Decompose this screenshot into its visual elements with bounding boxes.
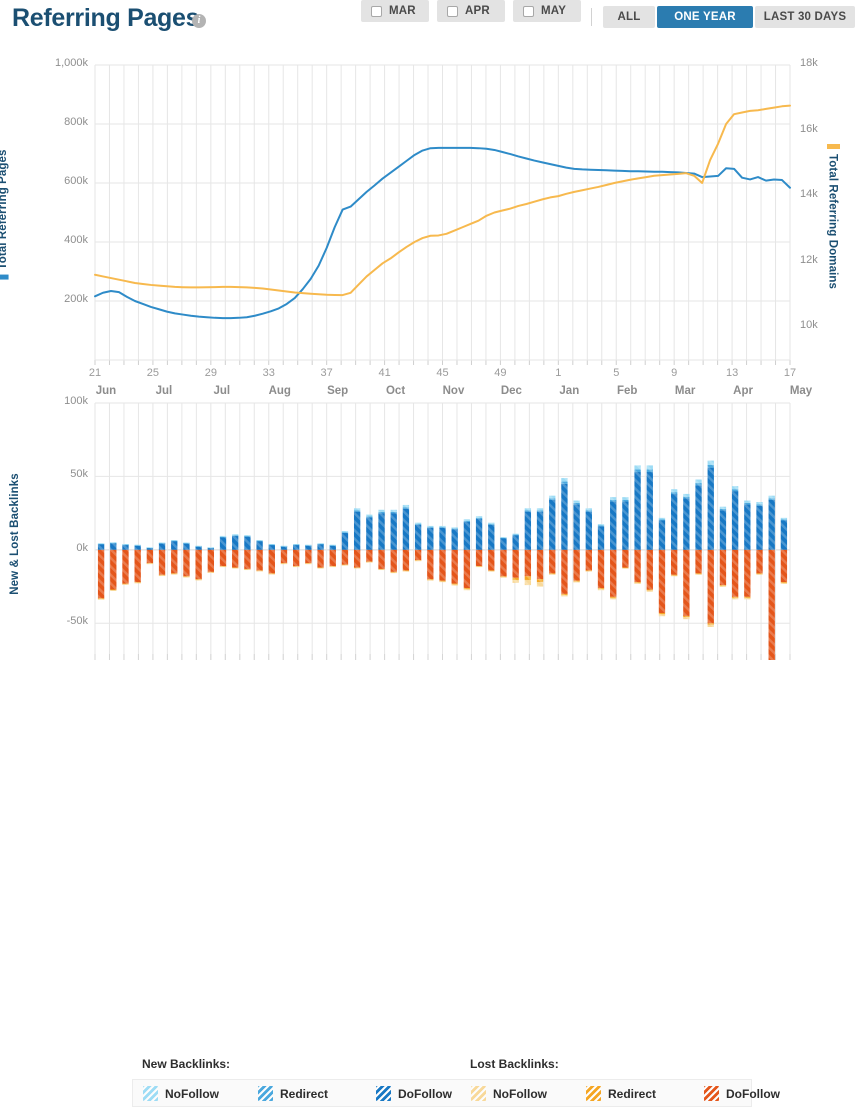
backlinks-bar-chart: New & Lost Backlinks -50k 0k 50k 100k New B… [0,395,863,1107]
x-axis-month-label: May [789,385,813,397]
chart-legend: New Backlinks: Lost Backlinks: NoFollow R… [132,1057,780,1115]
x-axis-month-label: Aug [268,385,291,397]
x-axis-month-label: Jul [155,385,173,397]
left-axis-tick-label: 1,000k [54,57,88,69]
legend-items-row: NoFollow Redirect DoFollow NoFollow Redirect… [132,1079,780,1107]
x-axis-month-label: Nov [442,385,465,397]
month-toggle-label: MAR [389,5,416,17]
range-button-label: LAST 30 DAYS [763,11,847,23]
right-axis-color-swatch [827,144,840,149]
right-axis-tick-label: 12k [800,253,818,266]
x-axis-week-label: 17 [783,367,797,379]
backlinks-axis-tick-label: 100k [64,395,88,407]
x-axis-month-label: Oct [385,385,406,397]
referring-pages-line-chart: Total Referring Pages Total Referring Do… [0,40,863,398]
x-axis-week-label: 9 [671,367,678,379]
month-toggle-may[interactable]: MAY [513,0,581,22]
legend-swatch-lost-dofollow [704,1086,719,1101]
legend-label: Redirect [608,1086,657,1101]
checkbox-mar[interactable] [371,5,382,17]
legend-swatch-new-redirect [258,1086,273,1101]
legend-label: NoFollow [165,1086,219,1101]
left-axis-title-text: Total Referring Pages [0,149,10,270]
bar-chart-canvas [94,402,791,668]
x-axis-week-label: 37 [320,367,333,379]
backlinks-axis-tick-label: -50k [66,615,88,628]
legend-item-lost-dofollow[interactable]: DoFollow [704,1084,780,1103]
left-axis-tick-label: 600k [64,175,88,187]
range-button-last-30-days[interactable]: LAST 30 DAYS [755,6,855,28]
legend-swatch-lost-nofollow [471,1086,486,1101]
right-axis-tick-label: 16k [800,122,818,135]
legend-label: Redirect [280,1086,329,1101]
legend-label: DoFollow [398,1086,452,1101]
x-axis-month-label: Jul [213,385,231,397]
x-axis-week-label: 1 [555,367,562,379]
x-axis-week-label: 21 [88,367,102,379]
legend-swatch-new-nofollow [143,1086,158,1101]
x-axis-week-label: 49 [494,367,507,379]
left-axis-tick-label: 800k [64,116,88,128]
right-axis-title-text: Total Referring Domains [826,154,839,289]
x-axis-month-label: Feb [617,385,638,397]
backlinks-axis-tick-label: 50k [70,468,88,481]
info-icon[interactable]: i [192,14,206,28]
range-button-label: ALL [617,11,641,23]
range-button-all[interactable]: ALL [603,6,655,28]
legend-item-lost-nofollow[interactable]: NoFollow [471,1084,547,1103]
backlinks-axis-tick-label: 0k [76,541,88,554]
month-toggle-label: MAY [541,5,567,17]
left-axis-tick-label: 200k [64,293,88,305]
x-axis-month-label: Apr [733,385,753,397]
legend-item-new-redirect[interactable]: Redirect [258,1084,328,1103]
x-axis-month-label: Mar [674,385,696,397]
legend-label: NoFollow [493,1086,547,1101]
backlinks-axis-title-text: New & Lost Backlinks [8,473,21,595]
x-axis-month-label: Dec [500,385,522,397]
right-axis-title: Total Referring Domains [826,144,840,289]
legend-item-new-nofollow[interactable]: NoFollow [143,1084,219,1103]
x-axis-week-label: 25 [146,367,160,379]
x-axis-week-label: 29 [204,367,217,379]
x-axis-month-label: Jan [559,385,580,397]
legend-item-lost-redirect[interactable]: Redirect [586,1084,656,1103]
range-button-one-year[interactable]: ONE YEAR [657,6,753,28]
checkbox-apr[interactable] [447,5,458,17]
page-title: Referring Pages [12,4,200,32]
month-toggle-mar[interactable]: MAR [361,0,429,22]
x-axis-week-label: 13 [725,367,739,379]
legend-swatch-lost-redirect [586,1086,601,1101]
month-toggle-label: APR [465,5,490,17]
x-axis-month-label: Jun [95,385,117,397]
backlinks-axis-title: New & Lost Backlinks [9,473,21,595]
legend-label: DoFollow [726,1086,780,1101]
left-axis-tick-label: 400k [64,234,88,246]
x-axis-week-label: 33 [262,367,275,379]
legend-swatch-new-dofollow [376,1086,391,1101]
header: Referring Pages i MAR APR MAY ALL ONE YEAR L… [0,0,863,40]
left-axis-color-swatch [0,274,9,280]
legend-lost-title: Lost Backlinks: [470,1057,559,1071]
right-axis-tick-label: 10k [800,319,818,332]
month-toggle-apr[interactable]: APR [437,0,505,22]
line-chart-canvas [94,64,791,365]
left-axis-title: Total Referring Pages [0,149,10,280]
legend-new-title: New Backlinks: [142,1057,231,1071]
right-axis-tick-label: 14k [800,188,818,201]
checkbox-may[interactable] [523,5,534,17]
toolbar-divider [591,8,592,26]
right-axis-tick-label: 18k [800,57,818,69]
x-axis-week-label: 5 [613,367,620,379]
range-button-label: ONE YEAR [674,11,736,23]
x-axis-week-label: 45 [436,367,449,379]
x-axis-week-label: 41 [378,367,391,379]
x-axis-month-label: Sep [327,385,349,397]
legend-item-new-dofollow[interactable]: DoFollow [376,1084,452,1103]
